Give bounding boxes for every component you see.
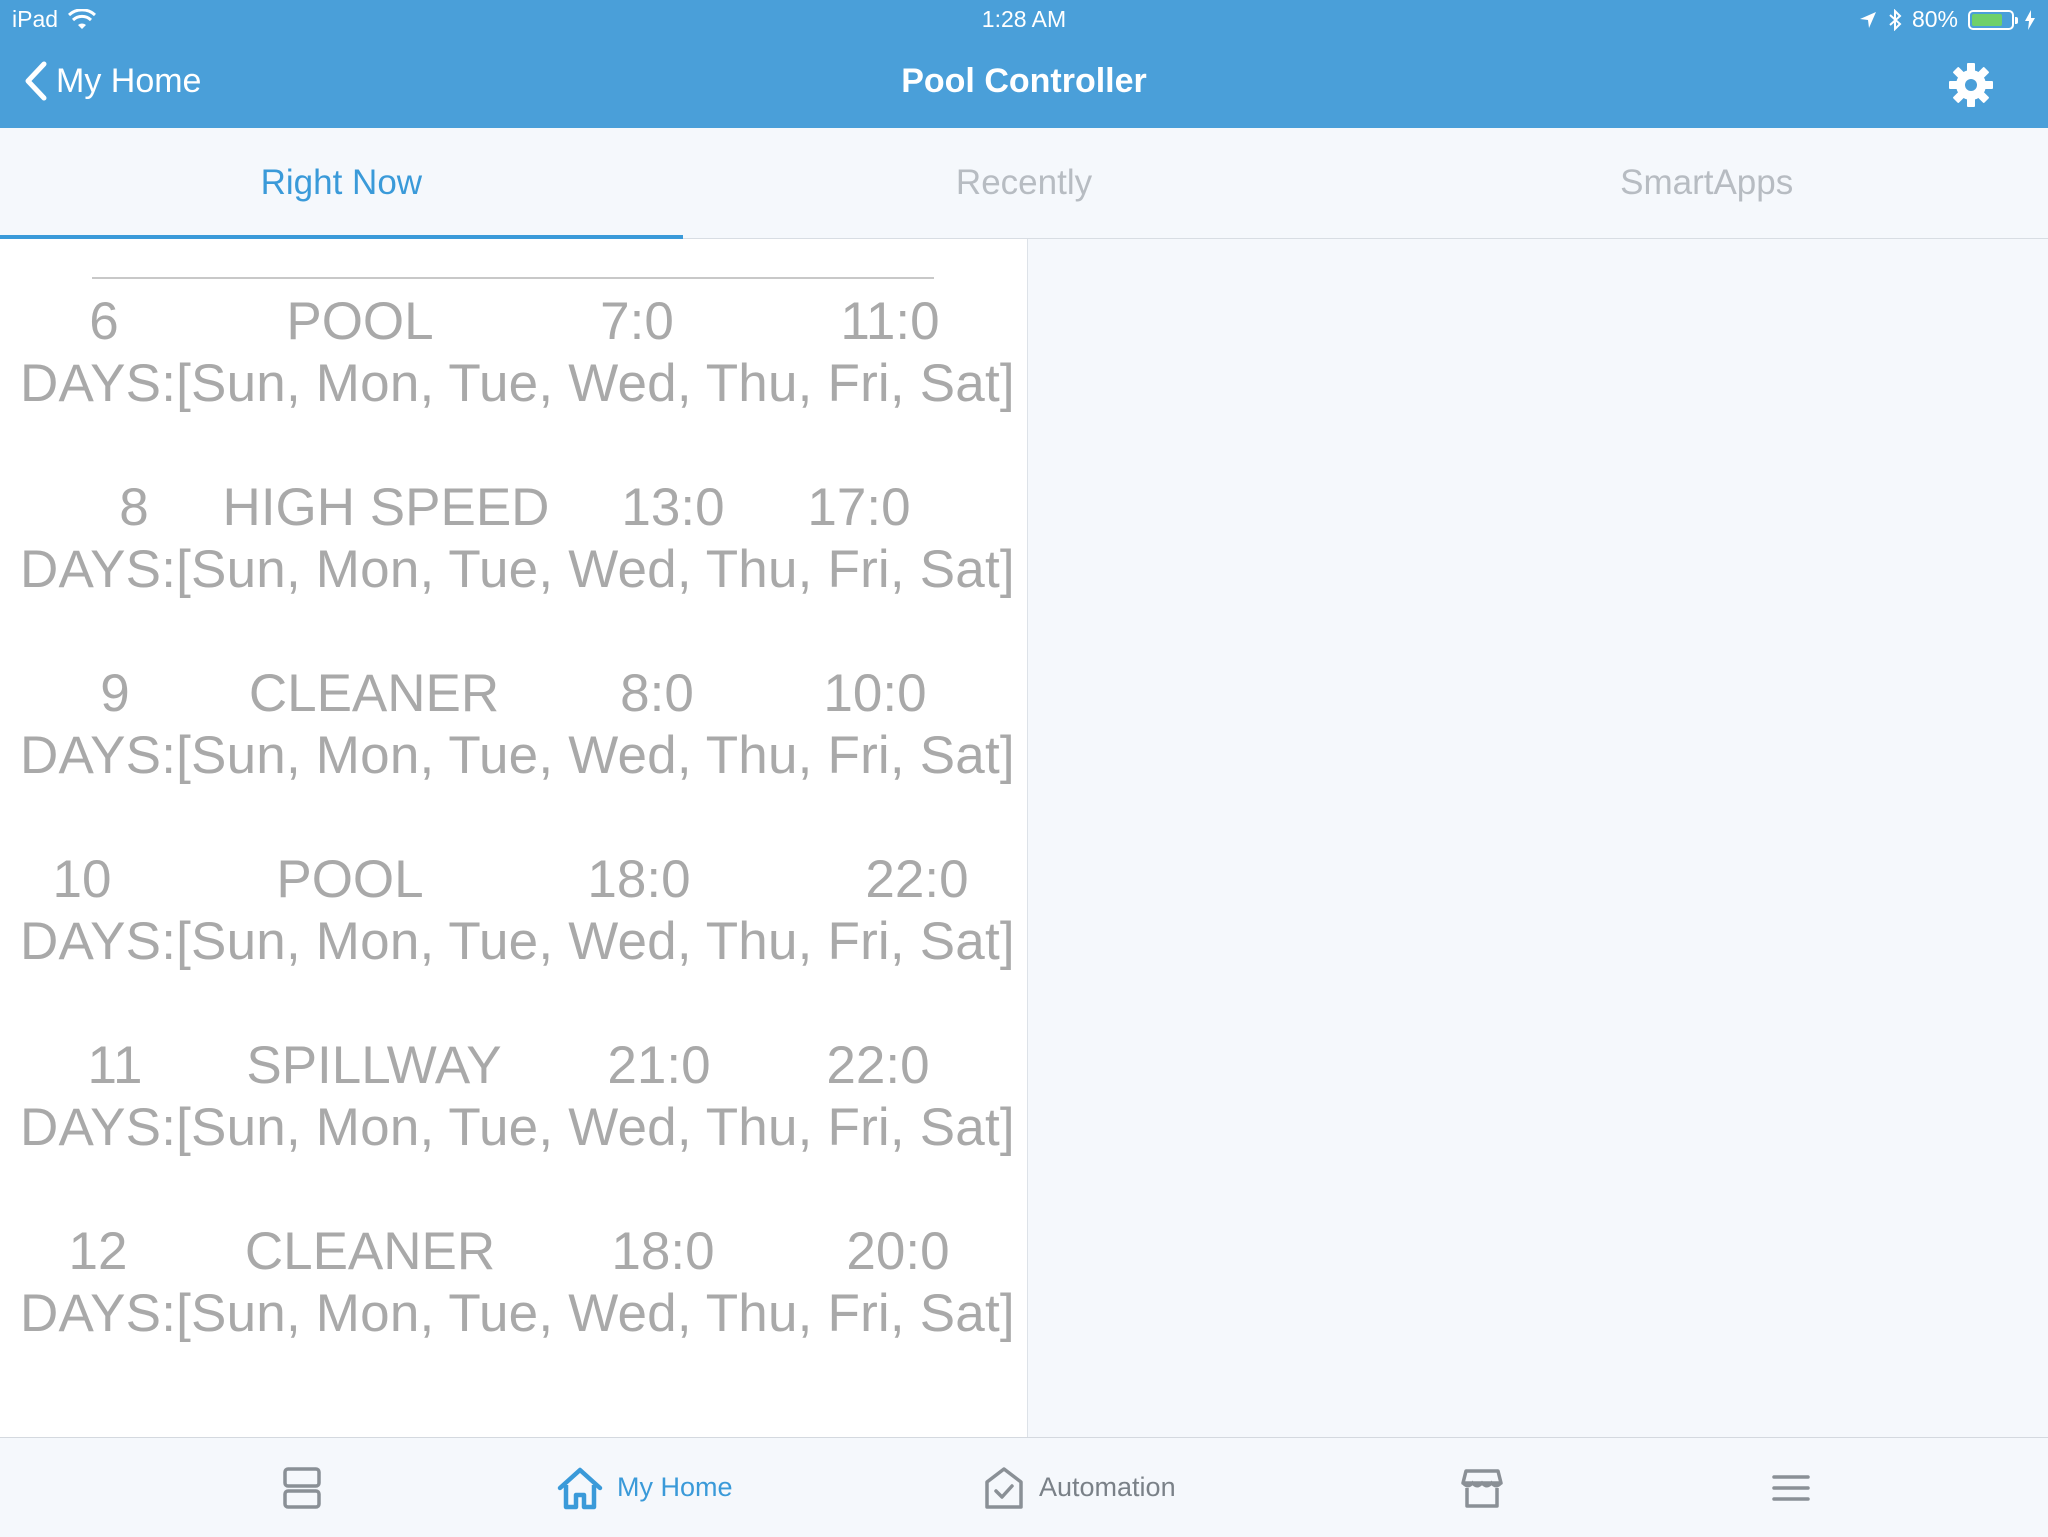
nav-dashboard[interactable] bbox=[282, 1438, 322, 1537]
automation-icon bbox=[985, 1466, 1023, 1509]
charging-icon bbox=[2025, 9, 2035, 30]
schedule-days: DAYS:[Sun, Mon, Tue, Wed, Thu, Fri, Sat] bbox=[20, 1284, 1015, 1343]
nav-my-home[interactable]: My Home bbox=[557, 1438, 733, 1537]
schedule-id: 11 bbox=[87, 1036, 143, 1095]
schedule-end: 20:0 bbox=[846, 1222, 950, 1281]
schedule-days: DAYS:[Sun, Mon, Tue, Wed, Thu, Fri, Sat] bbox=[20, 354, 1015, 413]
page-title: Pool Controller bbox=[901, 62, 1147, 100]
nav-header: iPad 1:28 AM 80% My Home Pool Controller bbox=[0, 0, 2048, 128]
menu-icon bbox=[1772, 1474, 1810, 1501]
nav-automation[interactable]: Automation bbox=[983, 1438, 1176, 1537]
schedule-id: 12 bbox=[68, 1222, 128, 1281]
schedule-item: 6 POOL 7:0 11:0 DAYS:[Sun, Mon, Tue, Wed… bbox=[0, 291, 1027, 413]
status-bar-right: 80% bbox=[1858, 6, 2036, 33]
schedule-days: DAYS:[Sun, Mon, Tue, Wed, Thu, Fri, Sat] bbox=[20, 726, 1015, 785]
schedule-end: 22:0 bbox=[865, 850, 969, 909]
tab-bar: Right Now Recently SmartApps bbox=[0, 128, 2048, 239]
tab-recently[interactable]: Recently bbox=[683, 128, 1366, 238]
schedule-end: 17:0 bbox=[807, 478, 911, 537]
gear-icon[interactable] bbox=[1948, 62, 1994, 108]
dashboard-icon bbox=[283, 1466, 321, 1509]
schedule-item: 12 CLEANER 18:0 20:0 DAYS:[Sun, Mon, Tue… bbox=[0, 1221, 1027, 1343]
schedule-circuit: HIGH SPEED bbox=[222, 478, 550, 537]
schedule-start: 7:0 bbox=[600, 292, 674, 351]
schedule-id: 8 bbox=[119, 478, 149, 537]
nav-marketplace[interactable] bbox=[1460, 1438, 1504, 1537]
schedule-start: 8:0 bbox=[620, 664, 694, 723]
battery-level bbox=[1972, 13, 2003, 26]
schedule-id: 6 bbox=[89, 292, 119, 351]
schedule-id: 10 bbox=[52, 850, 112, 909]
schedule-start: 18:0 bbox=[611, 1222, 715, 1281]
schedule-circuit: SPILLWAY bbox=[246, 1036, 502, 1095]
bluetooth-icon bbox=[1889, 8, 1902, 31]
schedule-circuit: CLEANER bbox=[244, 1222, 496, 1281]
home-icon bbox=[557, 1467, 603, 1509]
schedule-item: 10 POOL 18:0 22:0 DAYS:[Sun, Mon, Tue, W… bbox=[0, 849, 1027, 971]
marketplace-icon bbox=[1461, 1468, 1503, 1508]
schedule-panel[interactable]: 6 POOL 7:0 11:0 DAYS:[Sun, Mon, Tue, Wed… bbox=[0, 239, 1028, 1437]
tab-right-now[interactable]: Right Now bbox=[0, 128, 683, 239]
schedule-circuit: CLEANER bbox=[248, 664, 500, 723]
schedule-end: 10:0 bbox=[823, 664, 927, 723]
location-icon bbox=[1859, 11, 1876, 28]
battery-percent: 80% bbox=[1911, 6, 1958, 32]
bottom-nav: My Home Automation bbox=[0, 1437, 2048, 1536]
schedule-days: DAYS:[Sun, Mon, Tue, Wed, Thu, Fri, Sat] bbox=[20, 540, 1015, 599]
schedule-item: 8 HIGH SPEED 13:0 17:0 DAYS:[Sun, Mon, T… bbox=[0, 477, 1027, 599]
nav-label-automation: Automation bbox=[1039, 1472, 1176, 1502]
schedule-end: 11:0 bbox=[840, 292, 940, 351]
nav-menu[interactable] bbox=[1772, 1438, 1810, 1537]
schedule-circuit: POOL bbox=[286, 292, 434, 351]
schedule-start: 21:0 bbox=[607, 1036, 711, 1095]
schedule-end: 22:0 bbox=[826, 1036, 930, 1095]
schedule-days: DAYS:[Sun, Mon, Tue, Wed, Thu, Fri, Sat] bbox=[20, 1098, 1015, 1157]
schedule-item: 9 CLEANER 8:0 10:0 DAYS:[Sun, Mon, Tue, … bbox=[0, 663, 1027, 785]
schedule-start: 13:0 bbox=[621, 478, 725, 537]
schedule-days: DAYS:[Sun, Mon, Tue, Wed, Thu, Fri, Sat] bbox=[20, 912, 1015, 971]
divider bbox=[92, 277, 934, 279]
schedule-id: 9 bbox=[100, 664, 130, 723]
tab-smartapps[interactable]: SmartApps bbox=[1365, 128, 2048, 238]
schedule-item: 11 SPILLWAY 21:0 22:0 DAYS:[Sun, Mon, Tu… bbox=[0, 1035, 1027, 1157]
status-time: 1:28 AM bbox=[981, 6, 1067, 32]
battery-icon bbox=[1968, 9, 2018, 30]
nav-label-my-home: My Home bbox=[617, 1472, 733, 1502]
schedule-start: 18:0 bbox=[587, 850, 691, 909]
schedule-circuit: POOL bbox=[276, 850, 424, 909]
